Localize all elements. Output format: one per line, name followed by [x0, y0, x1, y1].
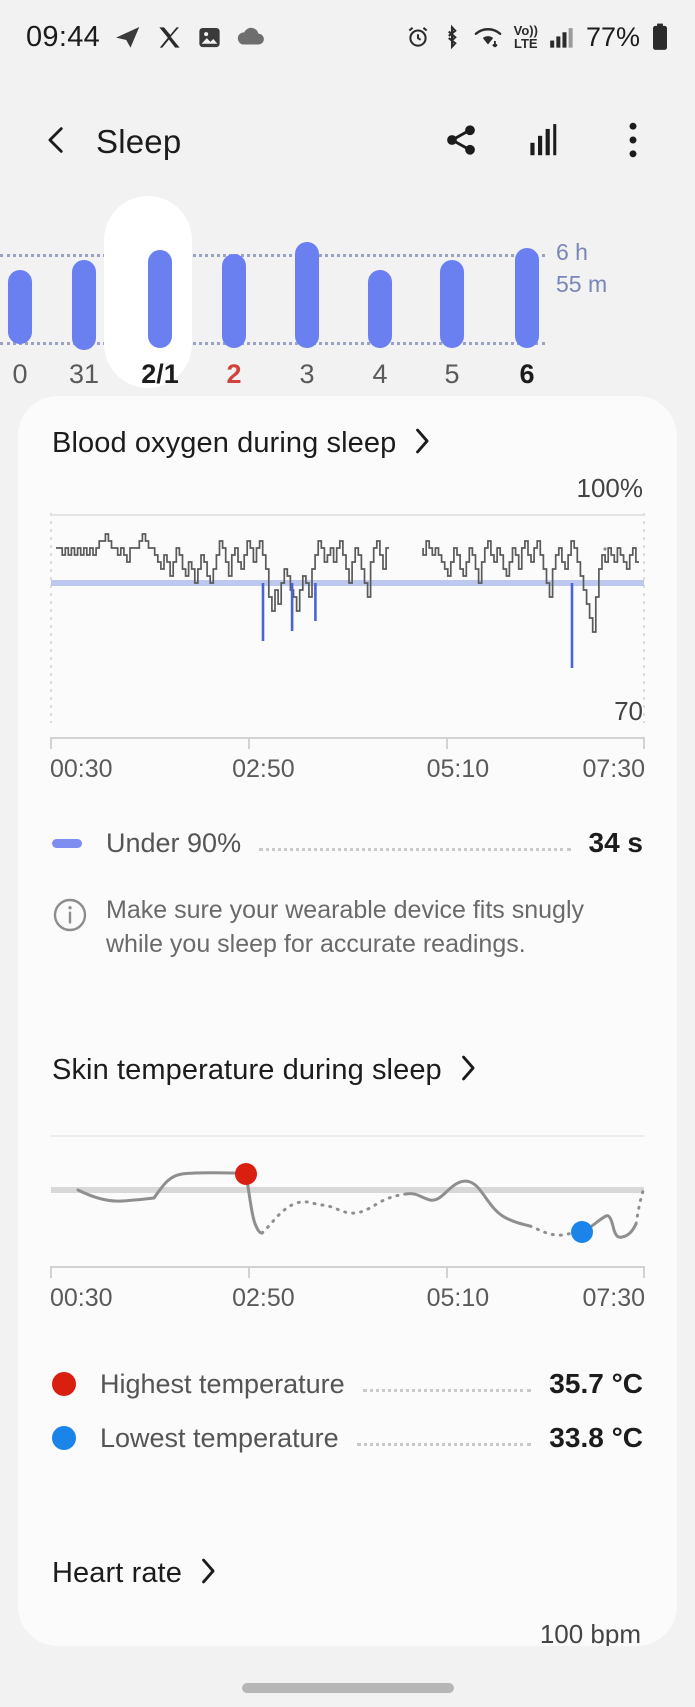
heart-rate-header[interactable]: Heart rate — [18, 1462, 677, 1591]
week-bar-chart[interactable]: 0 31 2/1 2 3 4 5 6 6 h 55 m — [0, 196, 695, 412]
under-90-label: Under 90% — [106, 827, 242, 858]
skin-temperature-header[interactable]: Skin temperature during sleep — [18, 961, 677, 1088]
spo2-x-axis: 00:30 02:50 05:10 07:30 — [50, 737, 645, 801]
blood-oxygen-title: Blood oxygen during sleep — [52, 427, 397, 459]
red-dot-icon — [52, 1372, 76, 1396]
metrics-card: Blood oxygen during sleep 100% 70 00:30 … — [18, 396, 677, 1646]
app-bar-actions — [435, 116, 665, 168]
status-bar-clock: 09:44 — [26, 20, 101, 53]
temp-tick-3: 07:30 — [582, 1284, 645, 1312]
under-90-legend-row: Under 90% 34 s — [52, 819, 643, 867]
week-day-label[interactable]: 5 — [444, 359, 459, 390]
spo2-tick-3: 07:30 — [582, 755, 645, 783]
more-options-button[interactable] — [607, 116, 659, 168]
alarm-icon — [405, 24, 431, 50]
cellular-signal-icon — [549, 25, 575, 49]
skin-temperature-chart — [50, 1132, 646, 1252]
under-90-value: 34 s — [588, 827, 644, 858]
status-bar-left: 09:44 — [26, 21, 266, 54]
spo2-tick-2: 05:10 — [426, 755, 490, 783]
volte-icon: Vo)) LTE — [514, 24, 538, 50]
spo2-tick-1: 02:50 — [232, 755, 295, 783]
spo2-tick-0: 00:30 — [50, 755, 113, 783]
temp-tick-0: 00:30 — [50, 1284, 113, 1312]
heart-rate-y-max-label: 100 bpm — [539, 1619, 641, 1646]
week-bar[interactable] — [222, 254, 246, 348]
week-bar[interactable] — [368, 270, 392, 348]
leader-dots — [356, 1442, 532, 1446]
lowest-temperature-value: 33.8 °C — [549, 1422, 643, 1453]
skin-temperature-plot-area — [51, 1135, 646, 1243]
week-day-label[interactable]: 3 — [299, 359, 314, 390]
info-icon — [52, 897, 88, 961]
highest-temperature-label: Highest temperature — [100, 1368, 345, 1399]
week-day-labels: 0 31 2/1 2 3 4 5 6 — [0, 347, 545, 407]
temp-axis-line — [50, 1266, 645, 1278]
wifi-icon — [473, 24, 503, 50]
share-button[interactable] — [435, 116, 487, 168]
temp-tick-1: 02:50 — [232, 1284, 295, 1312]
leader-dots — [362, 1388, 532, 1392]
spo2-axis-line — [50, 737, 645, 749]
week-bar[interactable] — [440, 260, 464, 348]
bar-chart-icon — [529, 123, 565, 162]
week-bar[interactable] — [8, 270, 32, 344]
week-bar[interactable] — [295, 242, 319, 348]
spo2-plot-area — [50, 513, 645, 723]
app-bar: Sleep — [0, 96, 695, 188]
battery-icon — [651, 23, 669, 51]
goal-hours-label: 6 h — [556, 239, 588, 265]
heart-rate-title: Heart rate — [52, 1557, 182, 1589]
week-goal-label: 6 h 55 m — [556, 236, 607, 300]
blood-oxygen-chart: 100% 70 — [50, 473, 645, 729]
week-day-label[interactable]: 4 — [372, 359, 387, 390]
back-button[interactable] — [30, 115, 84, 169]
bluetooth-icon — [442, 24, 462, 50]
chevron-left-icon — [40, 123, 74, 162]
skin-temperature-x-axis: 00:30 02:50 05:10 07:30 — [50, 1266, 645, 1330]
highest-temperature-value: 35.7 °C — [549, 1368, 643, 1399]
week-bar[interactable] — [515, 248, 539, 348]
week-day-label[interactable]: 2 — [226, 359, 241, 390]
chevron-right-icon — [412, 426, 434, 461]
chart-view-button[interactable] — [521, 116, 573, 168]
highest-temperature-row: Highest temperature 35.7 °C — [52, 1360, 643, 1408]
week-day-label[interactable]: 0 — [12, 359, 27, 390]
x-twitter-icon — [156, 24, 183, 51]
photos-icon — [196, 24, 223, 51]
blood-oxygen-note-text: Make sure your wearable device fits snug… — [106, 896, 585, 958]
cloud-icon — [236, 25, 266, 49]
week-bar[interactable] — [72, 260, 96, 350]
goal-minutes-label: 55 m — [556, 271, 608, 297]
more-vertical-icon — [627, 122, 639, 163]
week-bar[interactable] — [148, 250, 172, 348]
status-bar: 09:44 Vo)) LTE 77% — [0, 0, 695, 74]
share-icon — [443, 122, 479, 163]
leader-dots — [259, 847, 571, 851]
under-90-swatch-icon — [52, 838, 82, 848]
battery-percent-label: 77% — [585, 21, 640, 52]
status-bar-right: Vo)) LTE 77% — [405, 22, 669, 53]
week-day-label[interactable]: 31 — [69, 359, 99, 390]
telegram-icon — [113, 22, 143, 52]
chevron-right-icon — [458, 1053, 480, 1088]
chevron-right-icon — [198, 1556, 220, 1591]
temp-tick-2: 05:10 — [426, 1284, 490, 1312]
sleep-detail-screen: 09:44 Vo)) LTE 77% Sleep 0 31 2/1 2 3 4 … — [0, 0, 695, 1707]
week-day-label[interactable]: 6 — [519, 359, 534, 390]
skin-temperature-title: Skin temperature during sleep — [52, 1054, 442, 1086]
lowest-temperature-label: Lowest temperature — [100, 1422, 339, 1453]
lowest-temperature-row: Lowest temperature 33.8 °C — [52, 1414, 643, 1462]
blood-oxygen-note: Make sure your wearable device fits snug… — [52, 893, 643, 961]
volte-bottom-label: LTE — [514, 36, 538, 51]
spo2-y-max-label: 100% — [576, 473, 644, 503]
week-bar-chart-inner: 0 31 2/1 2 3 4 5 6 6 h 55 m — [0, 196, 695, 412]
home-indicator[interactable] — [241, 1683, 454, 1693]
week-day-label[interactable]: 2/1 — [141, 359, 179, 390]
blue-dot-icon — [52, 1426, 76, 1450]
page-title: Sleep — [96, 123, 182, 160]
